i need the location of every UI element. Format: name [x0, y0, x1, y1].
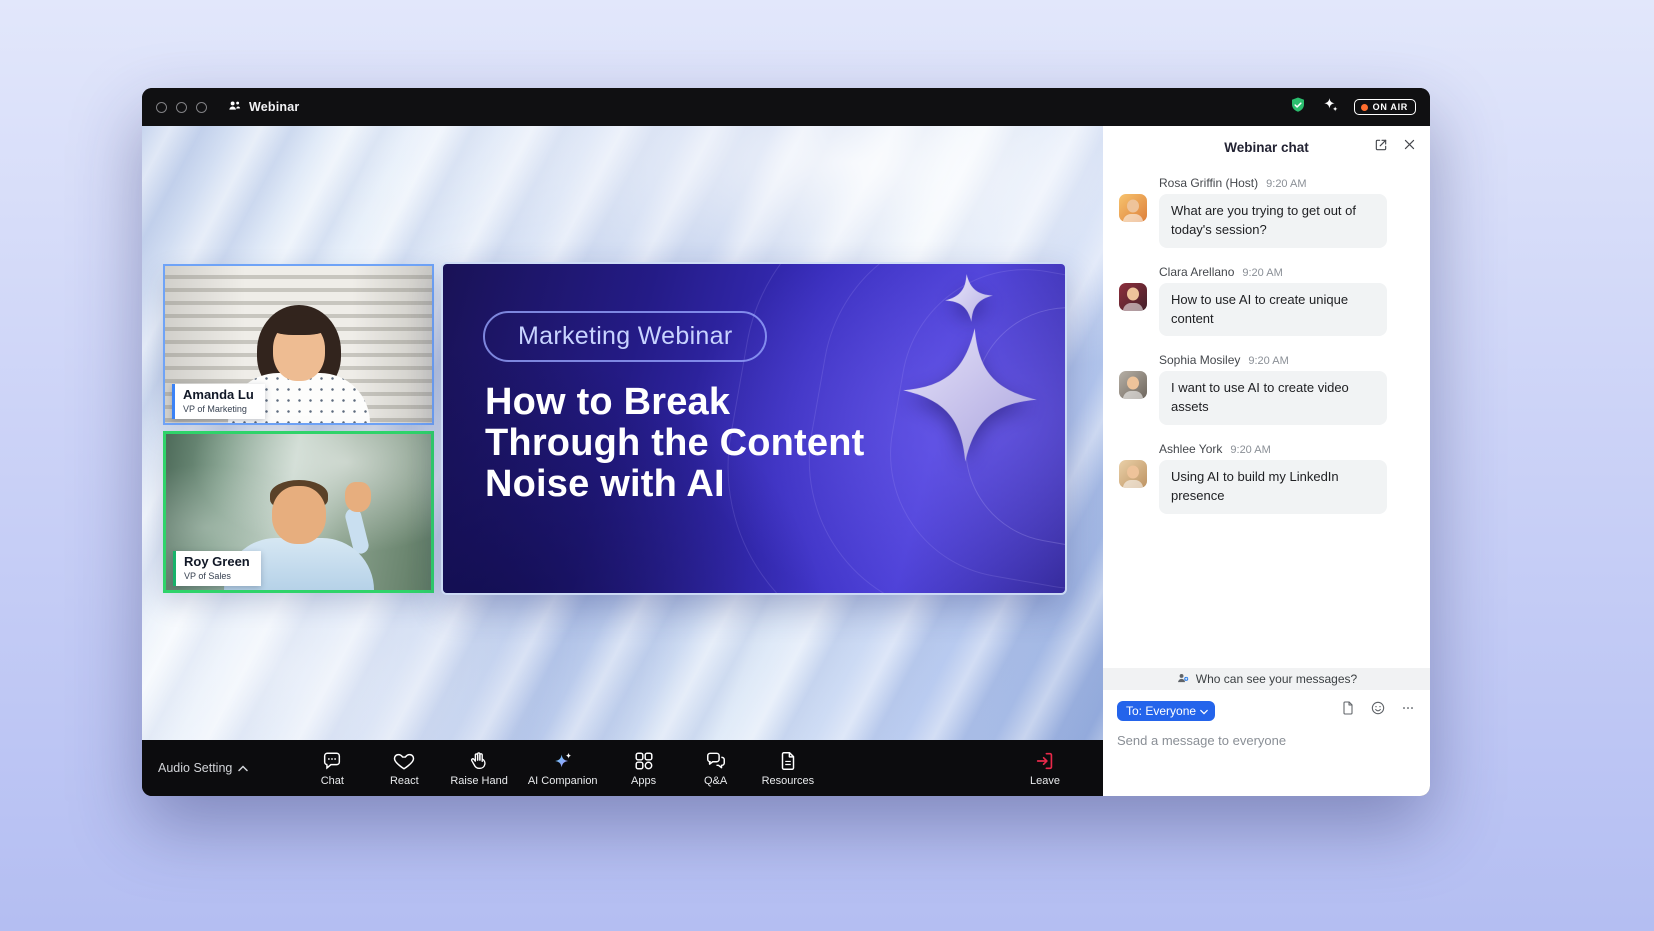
- leave-door-icon: [1034, 750, 1056, 772]
- webinar-window: Webinar ON AIR: [142, 88, 1430, 796]
- resources-button[interactable]: Resources: [756, 740, 821, 796]
- window-control-zoom[interactable]: [196, 102, 207, 113]
- message-sender: Ashlee York: [1159, 442, 1222, 456]
- recipient-selector[interactable]: To: Everyone: [1117, 701, 1215, 721]
- speaker-tile-roy[interactable]: Roy Green VP of Sales: [163, 431, 434, 593]
- raise-hand-button[interactable]: Raise Hand: [444, 740, 513, 796]
- resources-document-icon: [777, 750, 799, 772]
- speaker-name: Amanda Lu: [183, 388, 254, 403]
- chevron-up-icon: [238, 761, 248, 775]
- window-control-minimize[interactable]: [176, 102, 187, 113]
- slide-sparkle-shape-small: [943, 272, 996, 325]
- chat-title: Webinar chat: [1224, 140, 1309, 155]
- chat-header: Webinar chat: [1103, 126, 1430, 168]
- message-sender: Clara Arellano: [1159, 265, 1234, 279]
- message-time: 9:20 AM: [1248, 355, 1288, 367]
- on-air-badge: ON AIR: [1354, 99, 1416, 115]
- message-bubble: What are you trying to get out of today'…: [1159, 194, 1387, 248]
- toolbar-buttons: Chat React Raise Hand: [300, 740, 820, 796]
- avatar: [1119, 283, 1147, 311]
- on-air-label: ON AIR: [1373, 102, 1408, 112]
- webinar-chat-panel: Webinar chat Rosa Griffin (Host): [1103, 126, 1430, 796]
- close-icon[interactable]: [1402, 137, 1417, 157]
- on-air-dot: [1361, 104, 1368, 111]
- more-options-icon[interactable]: [1400, 700, 1416, 721]
- recipient-label: To: Everyone: [1126, 704, 1196, 718]
- chat-message: Sophia Mosiley 9:20 AM I want to use AI …: [1119, 353, 1414, 425]
- video-stage: Amanda Lu VP of Marketing: [142, 126, 1103, 740]
- message-visibility-note[interactable]: Who can see your messages?: [1103, 668, 1430, 690]
- ai-companion-button[interactable]: AI Companion: [522, 740, 604, 796]
- pop-out-icon[interactable]: [1373, 137, 1389, 158]
- slide-title: How to Break Through the Content Noise w…: [485, 382, 865, 505]
- speaker-name-tag: Amanda Lu VP of Marketing: [172, 384, 265, 419]
- app-title: Webinar: [249, 100, 300, 114]
- heart-icon: [393, 750, 415, 772]
- qa-button[interactable]: Q&A: [684, 740, 748, 796]
- visibility-label: Who can see your messages?: [1196, 672, 1357, 686]
- chat-message-list: Rosa Griffin (Host) 9:20 AM What are you…: [1103, 168, 1430, 668]
- app-identity: Webinar: [227, 98, 300, 116]
- raise-hand-icon: [468, 750, 490, 772]
- chat-button[interactable]: Chat: [300, 740, 364, 796]
- speaker-title: VP of Sales: [184, 571, 250, 581]
- apps-icon: [633, 750, 655, 772]
- message-input[interactable]: [1117, 733, 1416, 748]
- speaker-tile-amanda[interactable]: Amanda Lu VP of Marketing: [163, 264, 434, 425]
- chat-composer: To: Everyone: [1103, 690, 1430, 796]
- security-shield-icon[interactable]: [1289, 96, 1307, 119]
- desktop-background: Webinar ON AIR: [0, 0, 1654, 931]
- message-time: 9:20 AM: [1266, 178, 1306, 190]
- attach-file-icon[interactable]: [1340, 700, 1356, 721]
- chat-icon: [321, 750, 343, 772]
- audio-setting-button[interactable]: Audio Setting: [158, 761, 248, 775]
- avatar: [1119, 371, 1147, 399]
- window-control-close[interactable]: [156, 102, 167, 113]
- presentation-slide: Marketing Webinar How to Break Through t…: [443, 264, 1065, 593]
- speaker-title: VP of Marketing: [183, 404, 254, 414]
- ai-sparkle-icon[interactable]: [1322, 96, 1339, 118]
- message-sender: Sophia Mosiley: [1159, 353, 1240, 367]
- chevron-down-icon: [1200, 704, 1208, 718]
- chat-message: Ashlee York 9:20 AM Using AI to build my…: [1119, 442, 1414, 514]
- titlebar-right: ON AIR: [1289, 96, 1416, 119]
- titlebar: Webinar ON AIR: [142, 88, 1430, 126]
- message-time: 9:20 AM: [1242, 267, 1282, 279]
- message-bubble: How to use AI to create unique content: [1159, 283, 1387, 337]
- meeting-toolbar: Audio Setting Chat: [142, 740, 1103, 796]
- avatar: [1119, 460, 1147, 488]
- visibility-people-icon: [1176, 671, 1190, 688]
- speaker-name: Roy Green: [184, 555, 250, 570]
- react-button[interactable]: React: [372, 740, 436, 796]
- emoji-icon[interactable]: [1370, 700, 1386, 721]
- slide-sparkle-shape-big: [898, 323, 1041, 466]
- slide-badge: Marketing Webinar: [483, 311, 767, 362]
- message-time: 9:20 AM: [1230, 444, 1270, 456]
- speaker-name-tag: Roy Green VP of Sales: [173, 551, 261, 586]
- qa-icon: [705, 750, 727, 772]
- chat-message: Rosa Griffin (Host) 9:20 AM What are you…: [1119, 176, 1414, 248]
- avatar: [1119, 194, 1147, 222]
- webinar-people-icon: [227, 98, 242, 116]
- meeting-area: Amanda Lu VP of Marketing: [142, 126, 1103, 796]
- apps-button[interactable]: Apps: [612, 740, 676, 796]
- leave-button[interactable]: Leave: [1013, 740, 1077, 796]
- audio-setting-label: Audio Setting: [158, 761, 232, 775]
- ai-companion-icon: [552, 750, 574, 772]
- message-sender: Rosa Griffin (Host): [1159, 176, 1258, 190]
- message-bubble: I want to use AI to create video assets: [1159, 371, 1387, 425]
- message-bubble: Using AI to build my LinkedIn presence: [1159, 460, 1387, 514]
- window-controls: [156, 102, 207, 113]
- chat-message: Clara Arellano 9:20 AM How to use AI to …: [1119, 265, 1414, 337]
